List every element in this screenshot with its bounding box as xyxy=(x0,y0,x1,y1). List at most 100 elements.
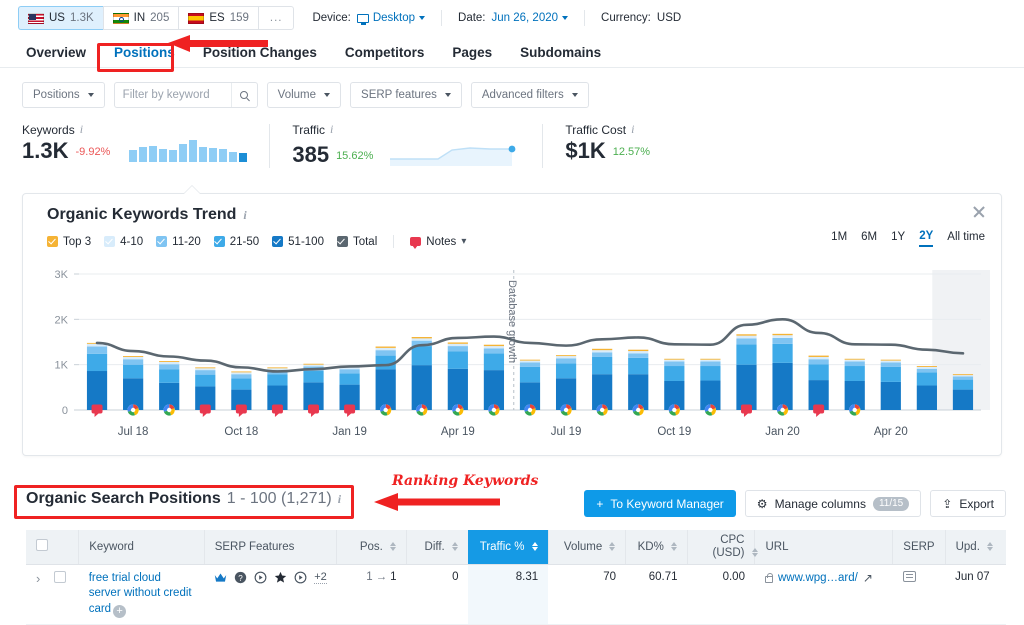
tab-positions[interactable]: Positions xyxy=(100,45,189,60)
tab-subdomains[interactable]: Subdomains xyxy=(506,45,615,60)
legend-item-top-3[interactable]: Top 3 xyxy=(47,236,91,248)
note-marker-icon[interactable] xyxy=(813,404,825,418)
google-update-marker-icon[interactable] xyxy=(452,404,464,416)
google-update-marker-icon[interactable] xyxy=(668,404,680,416)
chart-bar[interactable] xyxy=(375,355,396,370)
chart-bar[interactable] xyxy=(519,359,541,361)
chart-bar[interactable] xyxy=(519,366,541,383)
chart-bar[interactable] xyxy=(159,364,180,370)
google-update-marker-icon[interactable] xyxy=(596,404,608,416)
google-update-marker-icon[interactable] xyxy=(380,404,392,416)
legend-item-total[interactable]: Total xyxy=(336,236,377,248)
chart-bar[interactable] xyxy=(555,355,577,357)
chart-bar[interactable] xyxy=(772,335,793,338)
chart-bar[interactable] xyxy=(772,337,793,344)
question-circle-icon[interactable]: ? xyxy=(234,571,247,584)
play-circle-icon[interactable] xyxy=(254,571,267,584)
tab-position-changes[interactable]: Position Changes xyxy=(189,45,331,60)
chart-bar[interactable] xyxy=(447,342,468,344)
column-url[interactable]: URL xyxy=(754,530,893,565)
notes-dropdown[interactable]: Notes ▾ xyxy=(410,236,466,249)
serp-features-filter[interactable]: SERP features xyxy=(350,82,462,108)
chart-bar[interactable] xyxy=(772,343,793,363)
chart-bar[interactable] xyxy=(375,347,396,351)
legend-item-4-10[interactable]: 4-10 xyxy=(104,236,143,248)
range-1m[interactable]: 1M xyxy=(831,231,847,246)
chart-bar[interactable] xyxy=(736,335,757,339)
chart-bar[interactable] xyxy=(916,372,937,386)
chart-bar[interactable] xyxy=(231,371,252,373)
column-kd[interactable]: KD% xyxy=(625,530,688,565)
positions-filter[interactable]: Positions xyxy=(22,82,105,108)
range-all-time[interactable]: All time xyxy=(947,231,985,246)
google-update-marker-icon[interactable] xyxy=(416,404,428,416)
chart-bar[interactable] xyxy=(844,366,865,381)
chart-bar[interactable] xyxy=(411,365,432,410)
chart-bar[interactable] xyxy=(952,389,974,410)
date-selector[interactable]: Jun 26, 2020 xyxy=(492,12,569,24)
chart-bar[interactable] xyxy=(592,352,613,357)
chart-bar[interactable] xyxy=(483,370,505,410)
chart-bar[interactable] xyxy=(86,346,108,354)
star-icon[interactable] xyxy=(274,571,287,584)
chart-bar[interactable] xyxy=(303,363,324,365)
chart-bar[interactable] xyxy=(772,333,793,336)
chart-bar[interactable] xyxy=(555,356,577,359)
chart-bar[interactable] xyxy=(159,361,180,362)
google-update-marker-icon[interactable] xyxy=(524,404,536,416)
note-marker-icon[interactable] xyxy=(344,404,356,418)
column-diff[interactable]: Diff. xyxy=(406,530,469,565)
chart-bar[interactable] xyxy=(880,360,901,363)
note-marker-icon[interactable] xyxy=(271,404,283,418)
legend-item-51-100[interactable]: 51-100 xyxy=(272,236,324,248)
database-tab-us[interactable]: US 1.3K xyxy=(18,6,103,30)
chart-bar[interactable] xyxy=(339,369,360,374)
chart-bar[interactable] xyxy=(483,348,505,354)
column-volume[interactable]: Volume xyxy=(547,530,626,565)
chart-bar[interactable] xyxy=(952,375,974,377)
tab-competitors[interactable]: Competitors xyxy=(331,45,439,60)
expand-row-icon[interactable]: › xyxy=(36,571,40,586)
chart-bar[interactable] xyxy=(916,366,937,369)
google-update-marker-icon[interactable] xyxy=(632,404,644,416)
manage-columns-button[interactable]: ⚙ Manage columns 11/15 xyxy=(744,490,922,517)
legend-item-11-20[interactable]: 11-20 xyxy=(156,236,201,248)
chart-bar[interactable] xyxy=(808,359,829,365)
chart-bar[interactable] xyxy=(700,359,721,362)
chart-bar[interactable] xyxy=(736,338,757,345)
chart-bar[interactable] xyxy=(700,361,721,367)
chart-bar[interactable] xyxy=(844,361,865,367)
database-tab-es[interactable]: ES 159 xyxy=(178,6,258,30)
chart-bar[interactable] xyxy=(628,349,649,352)
chart-bar[interactable] xyxy=(86,353,108,372)
chart-bar[interactable] xyxy=(411,338,432,341)
chart-bar[interactable] xyxy=(844,359,865,362)
device-selector[interactable]: Desktop xyxy=(356,12,426,25)
column-cpc[interactable]: CPC (USD) xyxy=(687,530,758,565)
chart-bar[interactable] xyxy=(303,364,324,367)
chart-bar[interactable] xyxy=(267,368,288,371)
chart-bar[interactable] xyxy=(772,362,793,410)
database-tab-more[interactable]: ... xyxy=(257,6,295,30)
chart-bar[interactable] xyxy=(916,385,937,410)
chart-bar[interactable] xyxy=(592,350,613,353)
chart-bar[interactable] xyxy=(844,358,865,360)
keyword-link[interactable]: free trial cloud server without credit c… xyxy=(89,572,192,615)
legend-checkbox[interactable] xyxy=(336,236,348,247)
chart-bar[interactable] xyxy=(952,379,974,390)
note-marker-icon[interactable] xyxy=(740,404,752,418)
external-link-icon[interactable]: ↗ xyxy=(863,571,873,585)
tab-pages[interactable]: Pages xyxy=(438,45,506,60)
organic-keywords-chart[interactable]: 0 1K 2K 3K Database growth Jul 18 Oct 18 Jan 19… xyxy=(23,262,1003,452)
select-all-checkbox[interactable] xyxy=(36,539,48,552)
chart-bar[interactable] xyxy=(447,346,468,352)
chart-bar[interactable] xyxy=(231,372,252,375)
chart-bar[interactable] xyxy=(483,346,505,349)
chart-bar[interactable] xyxy=(86,371,108,410)
chart-bar[interactable] xyxy=(159,361,180,365)
chart-bar[interactable] xyxy=(447,343,468,347)
chart-bar[interactable] xyxy=(195,367,216,369)
chart-bar[interactable] xyxy=(411,337,432,339)
chart-bar[interactable] xyxy=(159,369,180,383)
chart-bar[interactable] xyxy=(952,374,974,376)
